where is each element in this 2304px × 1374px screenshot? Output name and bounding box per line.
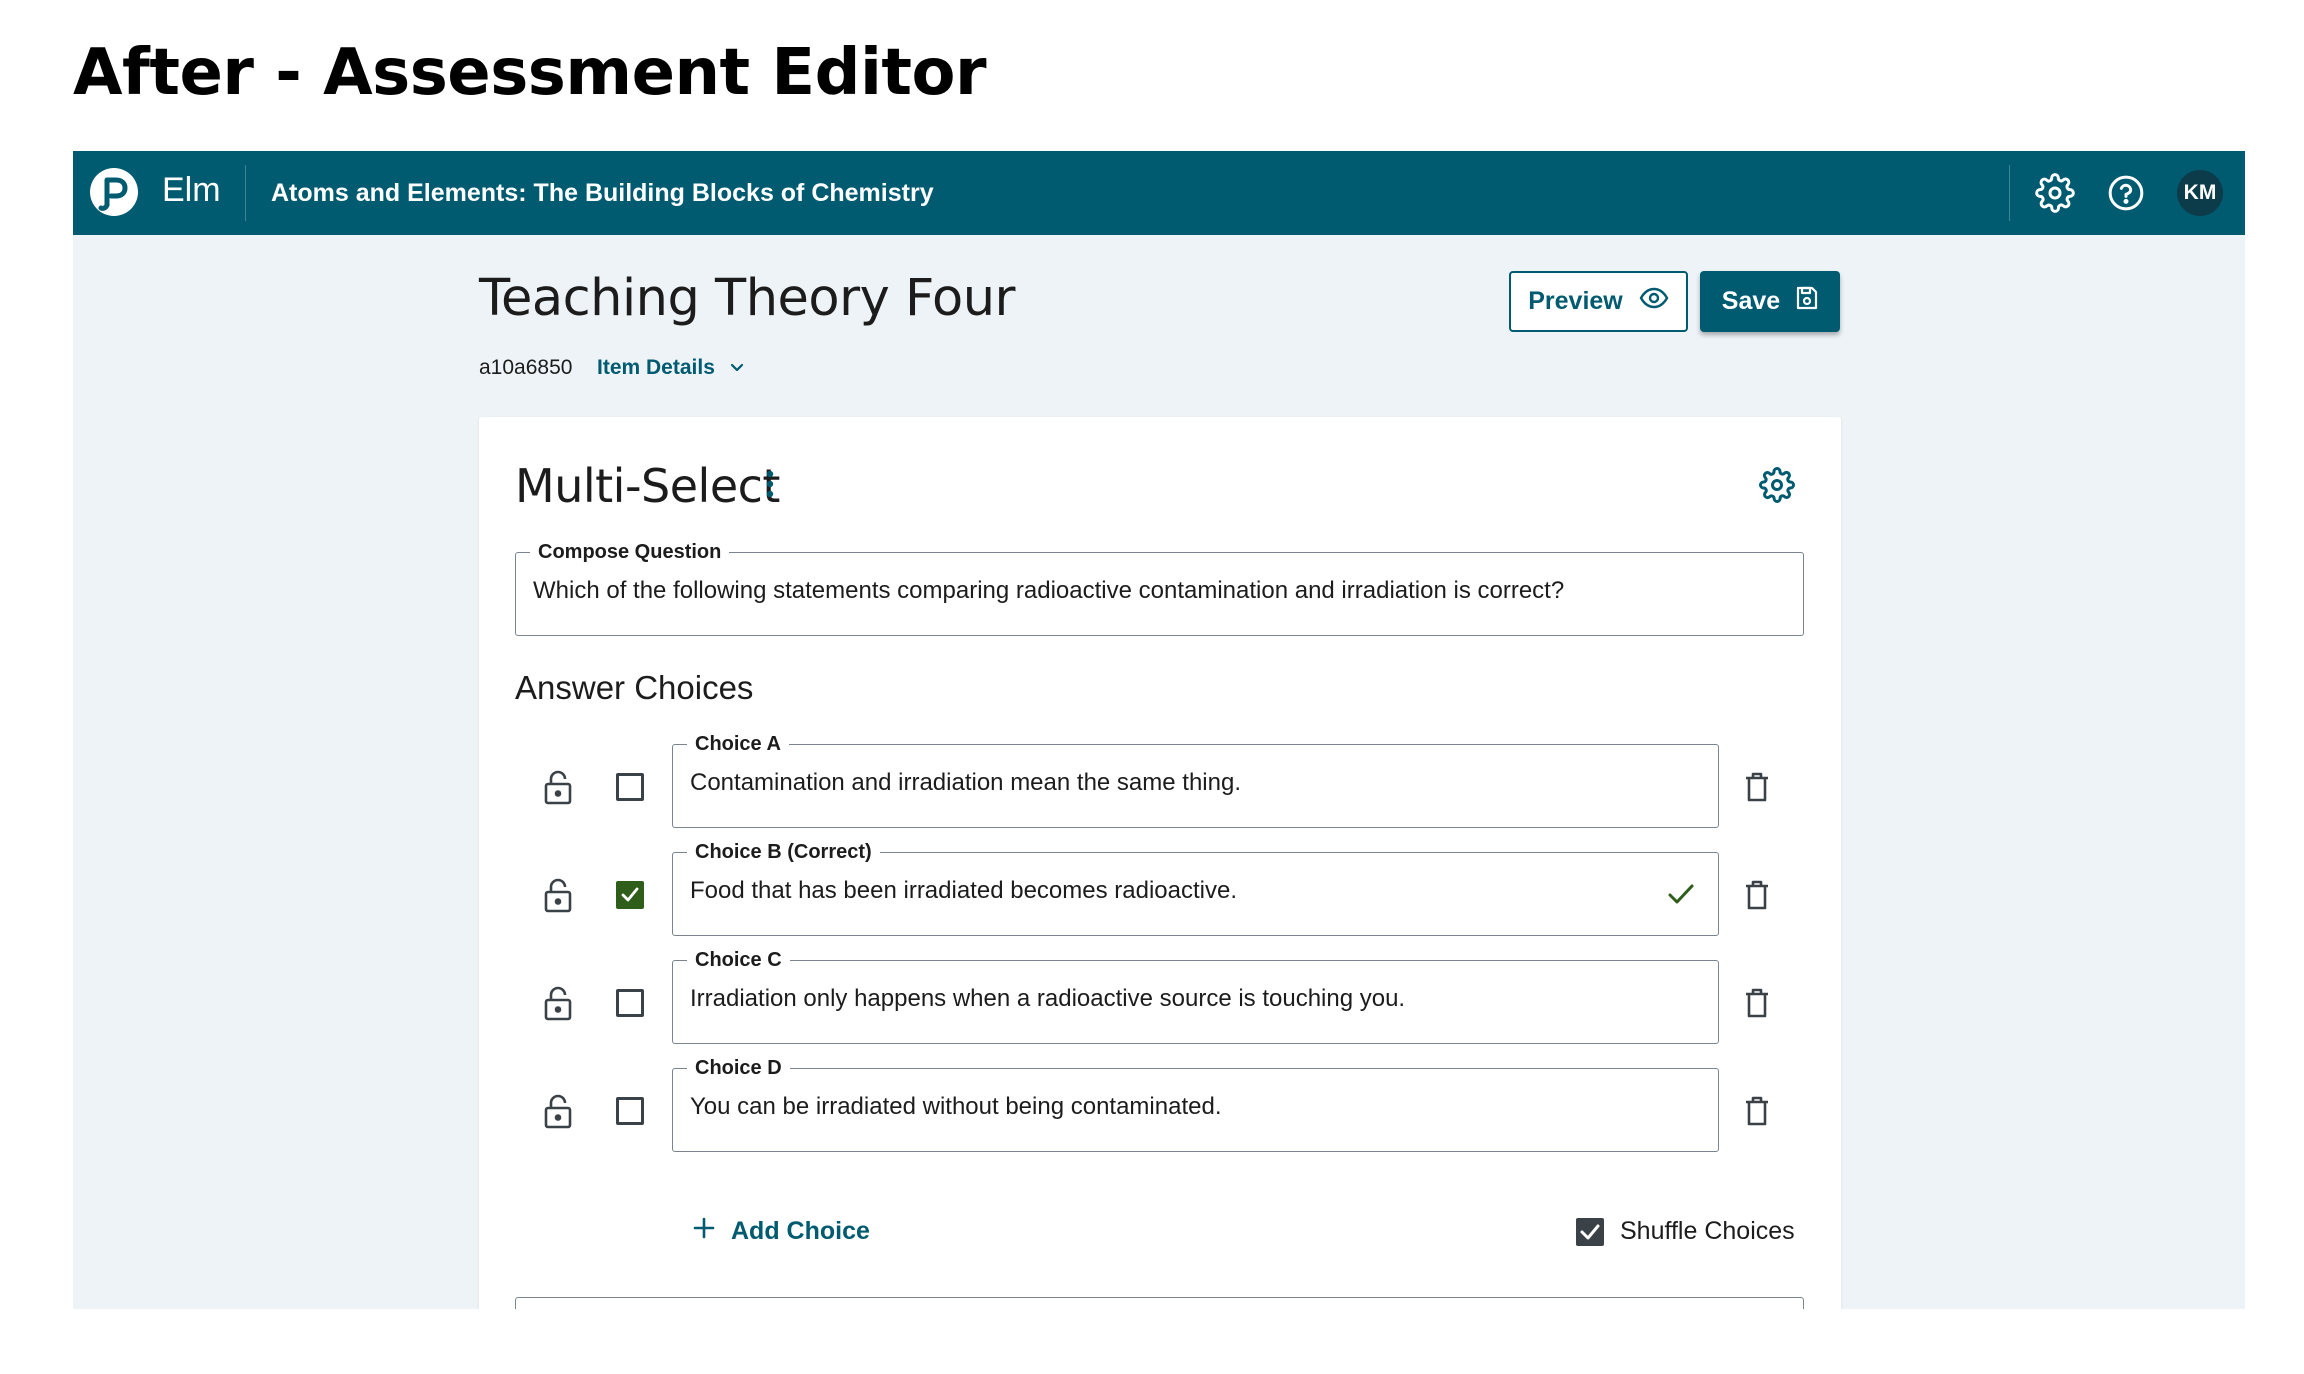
chevron-down-icon — [729, 356, 745, 380]
compose-question-field[interactable]: Compose Question Which of the following … — [515, 539, 1804, 636]
choice-label: Choice D — [687, 1055, 790, 1081]
correct-checkbox[interactable] — [616, 989, 644, 1017]
eye-icon — [1639, 287, 1669, 316]
gear-icon[interactable] — [2035, 173, 2075, 213]
add-choice-button[interactable]: Add Choice — [693, 1217, 870, 1246]
unlock-icon[interactable] — [543, 1094, 573, 1130]
choice-field[interactable]: Choice C Irradiation only happens when a… — [672, 947, 1719, 1044]
unlock-icon[interactable] — [543, 770, 573, 806]
course-title: Atoms and Elements: The Building Blocks … — [271, 179, 934, 207]
trash-icon[interactable] — [1745, 772, 1769, 802]
top-bar: Elm Atoms and Elements: The Building Blo… — [73, 151, 2245, 235]
page-title: Teaching Theory Four — [479, 269, 1015, 328]
topbar-divider — [245, 165, 246, 221]
checkmark-icon — [1666, 879, 1696, 909]
item-details-toggle[interactable]: Item Details — [597, 356, 745, 380]
question-text[interactable]: Which of the following statements compar… — [533, 577, 1564, 605]
question-type-title: Multi-Select — [515, 459, 780, 513]
choice-field[interactable]: Choice A Contamination and irradiation m… — [672, 731, 1719, 828]
shuffle-choices-toggle[interactable]: Shuffle Choices — [1576, 1217, 1795, 1246]
floppy-disk-icon — [1796, 286, 1818, 317]
question-card: Multi-Select Compose Question Which of t… — [479, 417, 1841, 1309]
trash-icon[interactable] — [1745, 880, 1769, 910]
unlock-icon[interactable] — [543, 986, 573, 1022]
item-details-label: Item Details — [597, 356, 715, 379]
preview-button[interactable]: Preview — [1509, 271, 1688, 332]
app-window: Elm Atoms and Elements: The Building Blo… — [73, 151, 2245, 1309]
choice-label: Choice B (Correct) — [687, 839, 880, 865]
next-field-partial — [515, 1297, 1804, 1309]
page-heading: After - Assessment Editor — [73, 36, 987, 110]
more-options-icon[interactable] — [763, 469, 777, 499]
gear-icon[interactable] — [1759, 467, 1795, 503]
compose-question-label: Compose Question — [530, 539, 730, 565]
save-button[interactable]: Save — [1700, 271, 1840, 332]
save-label: Save — [1721, 287, 1781, 315]
correct-checkbox[interactable] — [616, 1097, 644, 1125]
choice-text[interactable]: Contamination and irradiation mean the s… — [690, 769, 1241, 797]
choice-label: Choice C — [687, 947, 790, 973]
choice-field[interactable]: Choice B (Correct) Food that has been ir… — [672, 839, 1719, 936]
help-circle-icon[interactable] — [2106, 173, 2146, 213]
app-name: Elm — [162, 171, 221, 209]
choice-field[interactable]: Choice D You can be irradiated without b… — [672, 1055, 1719, 1152]
shuffle-checkbox[interactable] — [1576, 1217, 1604, 1246]
answer-choices-heading: Answer Choices — [515, 669, 754, 706]
preview-label: Preview — [1528, 287, 1623, 315]
shuffle-choices-label: Shuffle Choices — [1620, 1217, 1795, 1245]
pearson-logo-icon[interactable] — [89, 167, 139, 217]
choice-label: Choice A — [687, 731, 789, 757]
unlock-icon[interactable] — [543, 878, 573, 914]
choice-text[interactable]: You can be irradiated without being cont… — [690, 1093, 1221, 1121]
trash-icon[interactable] — [1745, 1096, 1769, 1126]
plus-icon — [693, 1217, 715, 1246]
add-choice-label: Add Choice — [731, 1217, 870, 1245]
choice-text[interactable]: Irradiation only happens when a radioact… — [690, 985, 1405, 1013]
correct-checkbox[interactable] — [616, 881, 644, 909]
item-id: a10a6850 — [479, 356, 573, 379]
correct-checkbox[interactable] — [616, 773, 644, 801]
topbar-divider — [2009, 165, 2010, 221]
avatar[interactable]: KM — [2177, 170, 2223, 216]
trash-icon[interactable] — [1745, 988, 1769, 1018]
choice-text[interactable]: Food that has been irradiated becomes ra… — [690, 877, 1237, 905]
